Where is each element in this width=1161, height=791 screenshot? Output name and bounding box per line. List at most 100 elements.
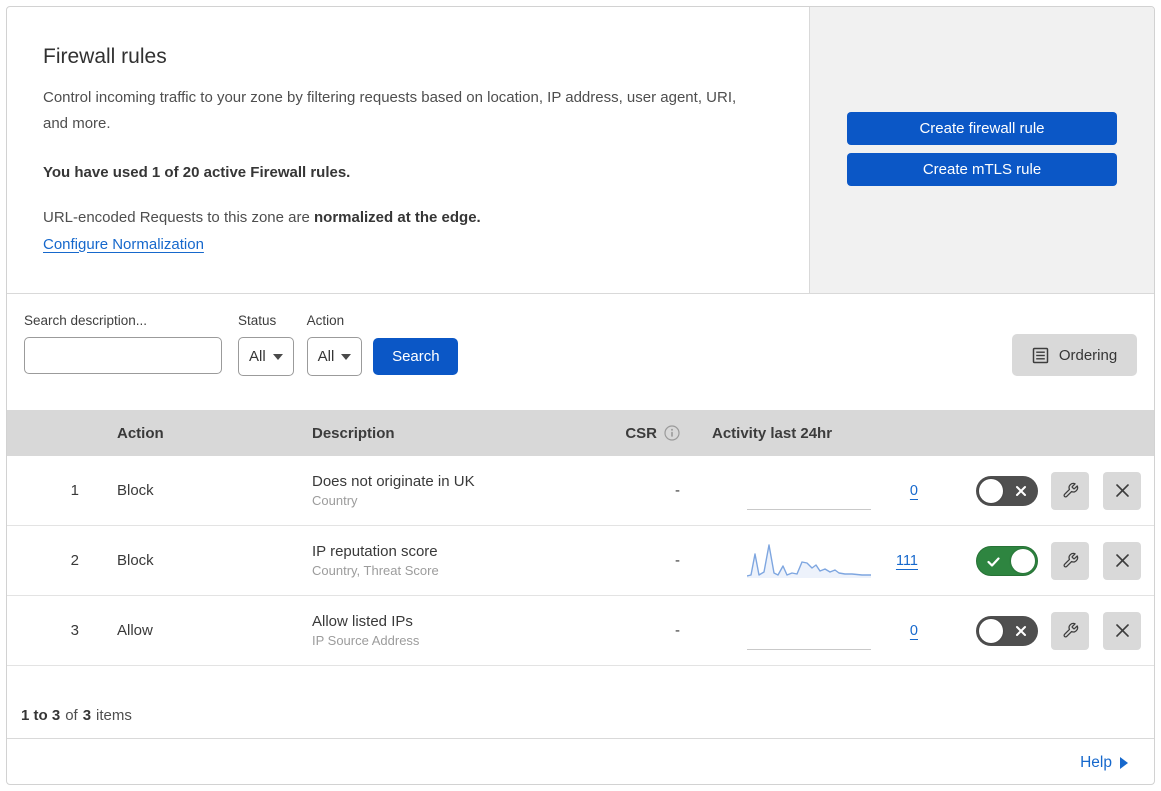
header-section: Firewall rules Control incoming traffic … <box>7 7 1154 294</box>
create-mtls-rule-button[interactable]: Create mTLS rule <box>847 153 1117 186</box>
rule-action: Block <box>117 482 154 499</box>
rule-toggle-cell <box>927 545 1047 576</box>
rule-csr: - <box>675 552 680 569</box>
rule-delete-cell <box>1093 471 1154 510</box>
search-input-wrapper <box>24 337 225 374</box>
table-header: Action Description CSR Activity last 24h… <box>7 410 1154 456</box>
rule-action: Block <box>117 552 154 569</box>
pagination-summary: 1 to 3 of 3 items <box>7 666 1154 739</box>
activity-sparkline-empty <box>747 612 871 650</box>
activity-column-header: Activity last 24hr <box>712 424 833 442</box>
help-link[interactable]: Help <box>1080 754 1128 772</box>
status-dropdown[interactable]: All <box>238 337 294 376</box>
wrench-icon <box>1063 552 1078 568</box>
description-column-header: Description <box>312 424 395 442</box>
create-firewall-rule-button[interactable]: Create firewall rule <box>847 112 1117 145</box>
toggle-off-x-icon <box>1016 485 1026 496</box>
csr-header-label: CSR <box>625 424 657 442</box>
info-icon[interactable] <box>664 425 680 441</box>
edit-rule-button[interactable] <box>1051 471 1089 510</box>
rule-criteria: IP Source Address <box>312 633 420 648</box>
search-button[interactable]: Search <box>373 338 459 375</box>
table-row: 3 Allow Allow listed IPs IP Source Addre… <box>7 596 1154 666</box>
enable-toggle[interactable] <box>976 615 1038 646</box>
actions-sidebar: Create firewall rule Create mTLS rule <box>809 7 1154 293</box>
rule-description-cell: IP reputation score Country, Threat Scor… <box>292 543 582 578</box>
status-dropdown-value: All <box>249 348 266 365</box>
rule-toggle-cell <box>927 475 1047 506</box>
edit-rule-button[interactable] <box>1051 541 1089 580</box>
table-row: 2 Block IP reputation score Country, Thr… <box>7 526 1154 596</box>
enable-toggle[interactable] <box>976 475 1038 506</box>
rule-criteria: Country, Threat Score <box>312 563 439 578</box>
delete-rule-button[interactable] <box>1103 541 1141 580</box>
toggle-knob <box>1011 548 1035 573</box>
filter-bar: Search description... Status All Action … <box>7 294 1154 410</box>
page-title: Firewall rules <box>43 45 167 68</box>
items-total: 3 <box>82 706 92 724</box>
delete-rule-button[interactable] <box>1103 471 1141 510</box>
header-text-block: Firewall rules Control incoming traffic … <box>7 7 809 293</box>
rule-priority: 3 <box>70 622 79 639</box>
normalization-note: URL-encoded Requests to this zone are no… <box>43 209 769 226</box>
toggle-knob <box>979 478 1003 503</box>
activity-sparkline <box>747 543 871 578</box>
csr-column-header: CSR <box>582 425 692 442</box>
ordering-button-label: Ordering <box>1058 346 1118 364</box>
close-icon <box>1115 484 1129 497</box>
rule-csr: - <box>675 482 680 499</box>
close-icon <box>1115 624 1129 637</box>
wrench-icon <box>1063 622 1078 638</box>
delete-rule-button[interactable] <box>1103 611 1141 650</box>
rule-criteria: Country <box>312 493 358 508</box>
enable-toggle[interactable] <box>976 545 1038 576</box>
search-label: Search description... <box>24 313 148 328</box>
firewall-rules-panel: Firewall rules Control incoming traffic … <box>6 6 1155 785</box>
chevron-down-icon <box>272 353 283 360</box>
rule-description-cell: Does not originate in UK Country <box>292 473 582 508</box>
rule-delete-cell <box>1093 611 1154 650</box>
search-input[interactable] <box>36 338 225 373</box>
edit-rule-button[interactable] <box>1051 611 1089 650</box>
rule-activity-cell: 0 <box>692 612 927 650</box>
arrow-right-icon <box>1120 757 1128 769</box>
search-filter-group: Search description... <box>24 313 225 374</box>
wrench-icon <box>1063 482 1078 498</box>
activity-sparkline-empty <box>747 472 871 510</box>
usage-summary: You have used 1 of 20 active Firewall ru… <box>43 163 351 181</box>
page-description: Control incoming traffic to your zone by… <box>43 89 737 133</box>
activity-count-link[interactable]: 0 <box>910 483 918 499</box>
rule-activity-cell: 0 <box>692 472 927 510</box>
table-row: 1 Block Does not originate in UK Country… <box>7 456 1154 526</box>
configure-normalization-link[interactable]: Configure Normalization <box>43 236 204 253</box>
rule-edit-cell <box>1047 611 1093 650</box>
action-label: Action <box>306 313 345 328</box>
rule-action: Allow <box>117 622 153 639</box>
activity-count-link[interactable]: 0 <box>910 623 918 639</box>
rule-description-cell: Allow listed IPs IP Source Address <box>292 613 582 648</box>
close-icon <box>1115 554 1129 567</box>
rule-csr: - <box>675 622 680 639</box>
ordering-button[interactable]: Ordering <box>1012 334 1137 376</box>
rule-priority: 1 <box>70 482 79 499</box>
action-column-header: Action <box>117 424 164 442</box>
ordering-list-icon <box>1032 347 1049 363</box>
toggle-off-x-icon <box>1016 625 1026 636</box>
rule-description: Does not originate in UK <box>312 473 475 490</box>
rule-edit-cell <box>1047 471 1093 510</box>
chevron-down-icon <box>341 353 352 360</box>
rule-edit-cell <box>1047 541 1093 580</box>
rule-activity-cell: 111 <box>692 542 927 580</box>
action-dropdown[interactable]: All <box>306 337 363 376</box>
rule-toggle-cell <box>927 615 1047 646</box>
rule-description: Allow listed IPs <box>312 613 413 630</box>
normalization-prefix: URL-encoded Requests to this zone are <box>43 208 310 226</box>
rule-delete-cell <box>1093 541 1154 580</box>
normalization-bold: normalized at the edge. <box>314 208 481 226</box>
toggle-on-check-icon <box>987 556 1000 567</box>
items-of: of <box>65 706 78 724</box>
help-bar: Help <box>7 739 1154 784</box>
action-filter-group: Action All <box>306 313 363 376</box>
activity-count-link[interactable]: 111 <box>896 553 918 569</box>
toggle-knob <box>979 618 1003 643</box>
